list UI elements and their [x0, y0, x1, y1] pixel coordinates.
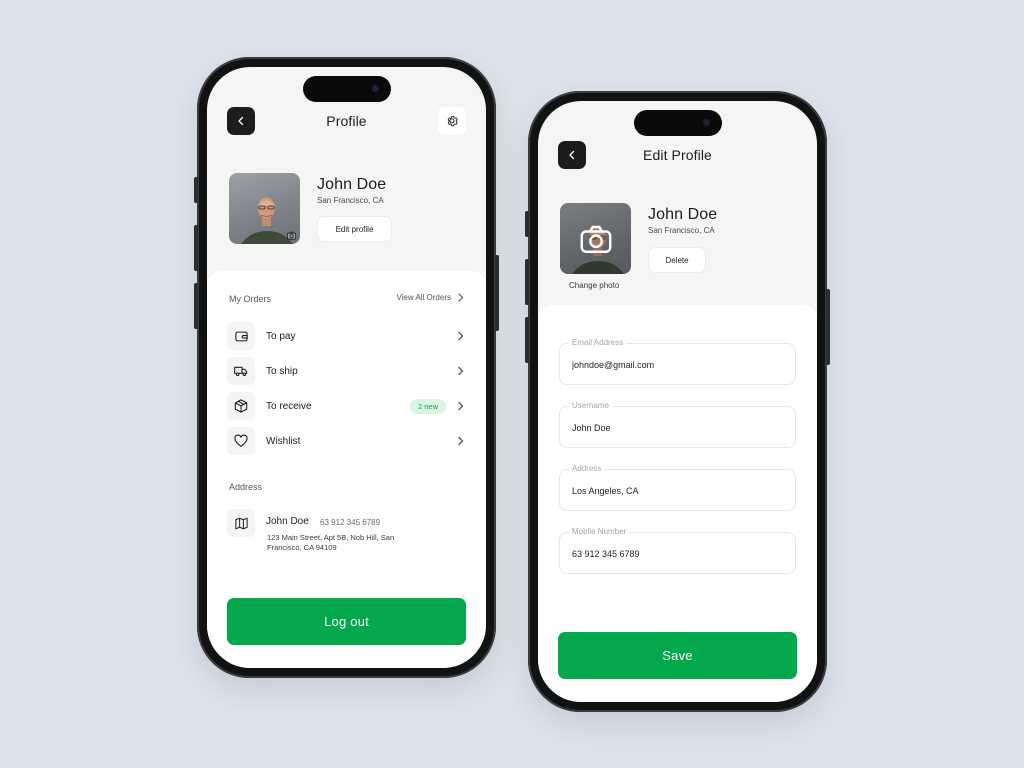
order-row-to-receive[interactable]: To receive 2 new	[227, 392, 466, 420]
view-all-orders-link[interactable]: View All Orders	[396, 293, 464, 302]
profile-header: Profile	[207, 107, 486, 135]
address-label: Address	[229, 482, 263, 492]
chevron-right-icon	[454, 366, 466, 376]
edit-profile-header: Edit Profile	[538, 141, 817, 169]
username-field[interactable]: Username	[559, 401, 796, 448]
profile-name: John Doe	[648, 206, 718, 223]
edit-form-panel: Email Address Username Address Mobile Nu…	[538, 305, 817, 702]
delete-photo-button[interactable]: Delete	[648, 247, 706, 273]
phone-side-button	[194, 225, 198, 271]
orders-panel: My Orders View All Orders To pay To ship…	[207, 271, 486, 668]
username-input[interactable]	[572, 421, 783, 435]
chevron-right-icon	[454, 401, 466, 411]
chevron-right-icon	[454, 331, 466, 341]
address-card[interactable]: John Doe 63 912 345 6789 123 Main Street…	[227, 507, 466, 557]
order-row-label: Wishlist	[266, 435, 301, 447]
address-field[interactable]: Address	[559, 464, 796, 511]
order-row-label: To pay	[266, 330, 296, 342]
change-photo-overlay[interactable]	[560, 203, 631, 274]
avatar[interactable]	[560, 203, 631, 274]
map-icon	[227, 509, 255, 537]
order-row-to-pay[interactable]: To pay	[227, 322, 466, 350]
profile-name: John Doe	[317, 176, 387, 193]
phone-side-button	[525, 259, 529, 305]
camera-icon	[580, 225, 611, 253]
dynamic-island	[302, 76, 391, 102]
address-field-label: Address	[569, 464, 605, 473]
order-row-label: To receive	[266, 400, 312, 412]
phone-edit-profile: Edit Profile Change photo John Doe San F…	[525, 91, 830, 712]
my-orders-label: My Orders	[229, 294, 272, 304]
mobile-number-field-label: Mobile Number	[569, 527, 630, 536]
gear-icon	[447, 116, 458, 127]
edit-profile-button[interactable]: Edit profile	[317, 216, 392, 242]
heart-icon	[227, 427, 255, 455]
box-icon	[227, 392, 255, 420]
edit-profile-screen: Edit Profile Change photo John Doe San F…	[538, 101, 817, 702]
dynamic-island	[633, 110, 722, 136]
profile-location: San Francisco, CA	[648, 226, 715, 235]
save-button[interactable]: Save	[558, 632, 797, 679]
truck-icon	[227, 357, 255, 385]
new-count-badge: 2 new	[409, 398, 446, 414]
phone-side-button	[495, 255, 499, 331]
wallet-icon	[227, 322, 255, 350]
profile-screen: Profile John Doe San Francisco, CA Edit …	[207, 67, 486, 668]
change-photo-label[interactable]: Change photo	[569, 281, 619, 290]
order-row-to-ship[interactable]: To ship	[227, 357, 466, 385]
view-all-orders-label: View All Orders	[396, 293, 451, 302]
camera-icon[interactable]	[285, 229, 298, 242]
order-row-label: To ship	[266, 365, 298, 377]
address-name: John Doe	[266, 516, 309, 527]
phone-side-button	[525, 211, 529, 237]
phone-side-button	[194, 177, 198, 203]
phone-side-button	[525, 317, 529, 363]
phone-profile: Profile John Doe San Francisco, CA Edit …	[194, 57, 499, 678]
email-input[interactable]	[572, 358, 783, 372]
address-input[interactable]	[572, 484, 783, 498]
mobile-number-input[interactable]	[572, 547, 783, 561]
username-field-label: Username	[569, 401, 612, 410]
avatar[interactable]	[229, 173, 300, 244]
logout-button[interactable]: Log out	[227, 598, 466, 645]
chevron-right-icon	[454, 436, 466, 446]
chevron-right-icon	[458, 293, 464, 302]
address-phone: 63 912 345 6789	[320, 518, 381, 527]
mobile-number-field[interactable]: Mobile Number	[559, 527, 796, 574]
settings-button[interactable]	[438, 107, 466, 135]
address-line: 123 Main Street, Apt 5B, Nob Hill, San F…	[267, 533, 395, 552]
email-field-label: Email Address	[569, 338, 627, 347]
order-row-wishlist[interactable]: Wishlist	[227, 427, 466, 455]
phone-side-button	[826, 289, 830, 365]
profile-location: San Francisco, CA	[317, 196, 384, 205]
email-field[interactable]: Email Address	[559, 338, 796, 385]
page-title: Edit Profile	[643, 147, 712, 163]
phone-side-button	[194, 283, 198, 329]
